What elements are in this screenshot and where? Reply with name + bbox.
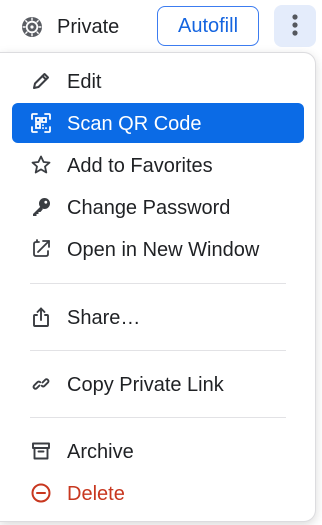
menu-item-label: Add to Favorites [67, 155, 213, 177]
menu-item-label: Edit [67, 71, 102, 93]
menu-item-change-password[interactable]: Change Password [12, 187, 304, 227]
archive-icon [30, 440, 52, 462]
menu-item-archive[interactable]: Archive [12, 431, 304, 471]
menu-item-open-in-new-window[interactable]: Open in New Window [12, 229, 304, 269]
autofill-button[interactable]: Autofill [157, 6, 259, 46]
item-header: Private Autofill [0, 0, 322, 50]
more-options-button[interactable] [274, 5, 316, 47]
menu-item-add-to-favorites[interactable]: Add to Favorites [12, 145, 304, 185]
menu-item-share[interactable]: Share… [12, 297, 304, 337]
item-details-page: Private Autofill Edit Scan QR Code Add t… [0, 0, 322, 525]
more-vertical-icon [291, 13, 299, 40]
menu-item-label: Change Password [67, 197, 231, 219]
qr-scan-icon [30, 112, 52, 134]
menu-divider [30, 283, 286, 284]
menu-divider [30, 350, 286, 351]
star-icon [30, 154, 52, 176]
menu-divider [30, 417, 286, 418]
menu-item-label: Scan QR Code [67, 113, 202, 135]
menu-item-label: Copy Private Link [67, 374, 224, 396]
menu-item-label: Share… [67, 307, 141, 329]
vault-label: Private [57, 16, 120, 38]
menu-item-delete[interactable]: Delete [12, 473, 304, 513]
open-window-icon [30, 238, 52, 260]
delete-icon [30, 482, 52, 504]
key-icon [30, 196, 52, 218]
share-icon [30, 306, 52, 328]
menu-item-scan-qr-code[interactable]: Scan QR Code [12, 103, 304, 143]
pencil-icon [30, 70, 52, 92]
menu-item-label: Archive [67, 441, 134, 463]
vault-icon [20, 15, 44, 39]
menu-item-label: Open in New Window [67, 239, 260, 261]
menu-item-copy-private-link[interactable]: Copy Private Link [12, 364, 304, 404]
item-actions-menu: Edit Scan QR Code Add to Favorites Chang… [0, 52, 316, 522]
menu-item-edit[interactable]: Edit [12, 61, 304, 101]
link-icon [30, 373, 52, 395]
menu-item-label: Delete [67, 483, 125, 505]
